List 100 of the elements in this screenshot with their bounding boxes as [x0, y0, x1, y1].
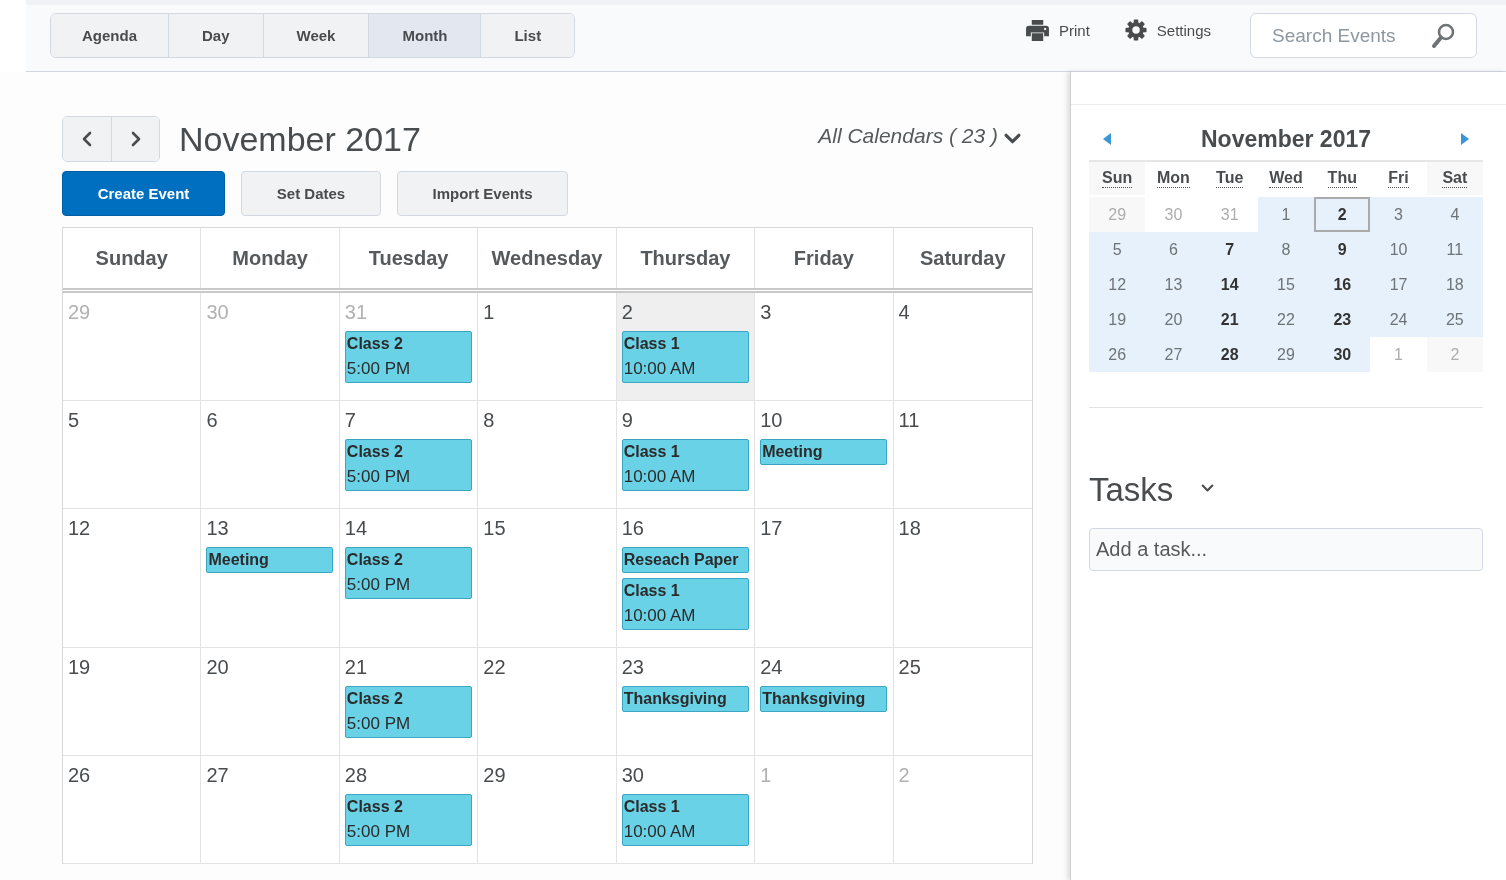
- view-tab[interactable]: Month: [369, 14, 482, 57]
- printer-icon: [1025, 19, 1049, 41]
- event-chip[interactable]: Class 1 10:00 AM: [621, 439, 749, 491]
- day-number: 17: [760, 516, 783, 540]
- mini-day[interactable]: 25: [1426, 302, 1483, 337]
- day-number: 11: [898, 408, 920, 432]
- print-button[interactable]: Print: [1025, 18, 1090, 42]
- weekday-header: Friday: [755, 228, 894, 288]
- event-chip[interactable]: Thanksgiving: [621, 686, 749, 712]
- mini-day[interactable]: 22: [1257, 302, 1315, 337]
- mini-day[interactable]: 7: [1201, 232, 1258, 267]
- weekday-abbr: Tue: [1216, 169, 1244, 188]
- weekday-abbr: Wed: [1269, 169, 1303, 188]
- day-number: 1: [760, 763, 772, 787]
- mini-day[interactable]: 9: [1314, 232, 1371, 267]
- mini-day[interactable]: 30: [1314, 337, 1371, 372]
- chevron-down-icon[interactable]: [1201, 484, 1215, 492]
- mini-calendar-title: November 2017: [1199, 125, 1372, 153]
- mini-day[interactable]: 10: [1370, 232, 1427, 267]
- mini-day[interactable]: 2: [1314, 197, 1371, 232]
- triangle-right-icon[interactable]: [1461, 133, 1469, 145]
- weekday-abbr: Sun: [1102, 169, 1133, 188]
- day-number: 15: [483, 516, 506, 540]
- day-number: 10: [760, 408, 783, 432]
- chevron-right-icon: [130, 131, 141, 147]
- day-number: 16: [621, 516, 644, 540]
- view-tab[interactable]: Day: [169, 14, 264, 57]
- event-chip[interactable]: Class 2 5:00 PM: [344, 331, 472, 383]
- mini-day[interactable]: 17: [1370, 267, 1427, 302]
- chevron-down-icon: [1004, 132, 1021, 144]
- event-chip[interactable]: Class 2 5:00 PM: [344, 547, 472, 599]
- task-input-field[interactable]: Add a task...: [1089, 528, 1483, 571]
- mini-day[interactable]: 14: [1201, 267, 1258, 302]
- weekday-abbr: Mon: [1157, 169, 1190, 188]
- action-button[interactable]: Import Events: [397, 171, 568, 216]
- day-number: 2: [621, 300, 633, 324]
- event-chip[interactable]: Reseach Paper: [621, 547, 749, 573]
- mini-day[interactable]: 6: [1145, 232, 1202, 267]
- event-chip[interactable]: Class 1 10:00 AM: [621, 331, 749, 383]
- day-number: 24: [760, 655, 783, 679]
- prev-month-button[interactable]: [63, 117, 111, 161]
- mini-day[interactable]: 12: [1089, 267, 1146, 302]
- day-number: 1: [483, 300, 495, 324]
- settings-button[interactable]: Settings: [1124, 18, 1211, 42]
- mini-day[interactable]: 18: [1426, 267, 1483, 302]
- mini-day[interactable]: 1: [1257, 197, 1315, 232]
- weekday-header: Sunday: [63, 228, 202, 288]
- mini-day[interactable]: 29: [1257, 337, 1315, 372]
- mini-day[interactable]: 24: [1370, 302, 1427, 337]
- event-chip[interactable]: Class 2 5:00 PM: [344, 686, 472, 738]
- view-tab[interactable]: Week: [263, 14, 370, 57]
- mini-day[interactable]: 13: [1145, 267, 1202, 302]
- event-chip[interactable]: Class 1 10:00 AM: [621, 578, 749, 630]
- day-number: 29: [68, 300, 91, 324]
- day-number: 8: [483, 408, 495, 432]
- mini-day[interactable]: 23: [1314, 302, 1371, 337]
- mini-day[interactable]: 28: [1201, 337, 1258, 372]
- event-chip[interactable]: Class 2 5:00 PM: [344, 439, 472, 491]
- mini-day[interactable]: 4: [1426, 197, 1483, 232]
- calendars-dropdown[interactable]: All Calendars ( 23 ): [818, 124, 1021, 148]
- mini-day[interactable]: 19: [1089, 302, 1146, 337]
- event-chip[interactable]: Class 1 10:00 AM: [621, 794, 749, 846]
- triangle-left-icon[interactable]: [1103, 133, 1111, 145]
- day-number: 26: [68, 763, 91, 787]
- day-number: 29: [483, 763, 506, 787]
- action-button[interactable]: Set Dates: [241, 171, 381, 216]
- weekday-header: Monday: [201, 228, 340, 288]
- view-tab[interactable]: Agenda: [51, 14, 169, 57]
- day-number: 20: [206, 655, 229, 679]
- day-number: 6: [206, 408, 218, 432]
- view-tab[interactable]: List: [481, 14, 575, 57]
- day-number: 21: [344, 655, 368, 679]
- day-number: 22: [483, 655, 506, 679]
- event-chip[interactable]: Class 2 5:00 PM: [344, 794, 472, 846]
- mini-day[interactable]: 21: [1201, 302, 1258, 337]
- event-chip[interactable]: Thanksgiving: [760, 686, 888, 712]
- mini-day[interactable]: 5: [1089, 232, 1146, 267]
- search-field[interactable]: Search Events: [1250, 13, 1477, 58]
- mini-day[interactable]: 16: [1314, 267, 1371, 302]
- mini-day[interactable]: 26: [1089, 337, 1146, 372]
- mini-day[interactable]: 3: [1370, 197, 1427, 232]
- action-button[interactable]: Create Event: [62, 171, 225, 216]
- settings-icon: [1124, 19, 1147, 41]
- mini-day[interactable]: 8: [1257, 232, 1315, 267]
- search-icon[interactable]: [1431, 23, 1455, 49]
- day-number: 12: [68, 516, 91, 540]
- day-number: 25: [898, 655, 921, 679]
- weekday-header: Wednesday: [478, 228, 617, 288]
- mini-day[interactable]: 15: [1257, 267, 1315, 302]
- event-chip[interactable]: Meeting: [206, 547, 334, 573]
- day-number: 3: [760, 300, 772, 324]
- day-number: 4: [898, 300, 910, 324]
- mini-day[interactable]: 20: [1145, 302, 1202, 337]
- event-chip[interactable]: Meeting: [760, 439, 888, 465]
- mini-day[interactable]: 11: [1426, 232, 1483, 267]
- day-number: 14: [344, 516, 368, 540]
- mini-day[interactable]: 27: [1145, 337, 1202, 372]
- chevron-left-icon: [82, 131, 92, 147]
- next-month-button[interactable]: [111, 117, 159, 161]
- weekday-header: Saturday: [919, 245, 1007, 271]
